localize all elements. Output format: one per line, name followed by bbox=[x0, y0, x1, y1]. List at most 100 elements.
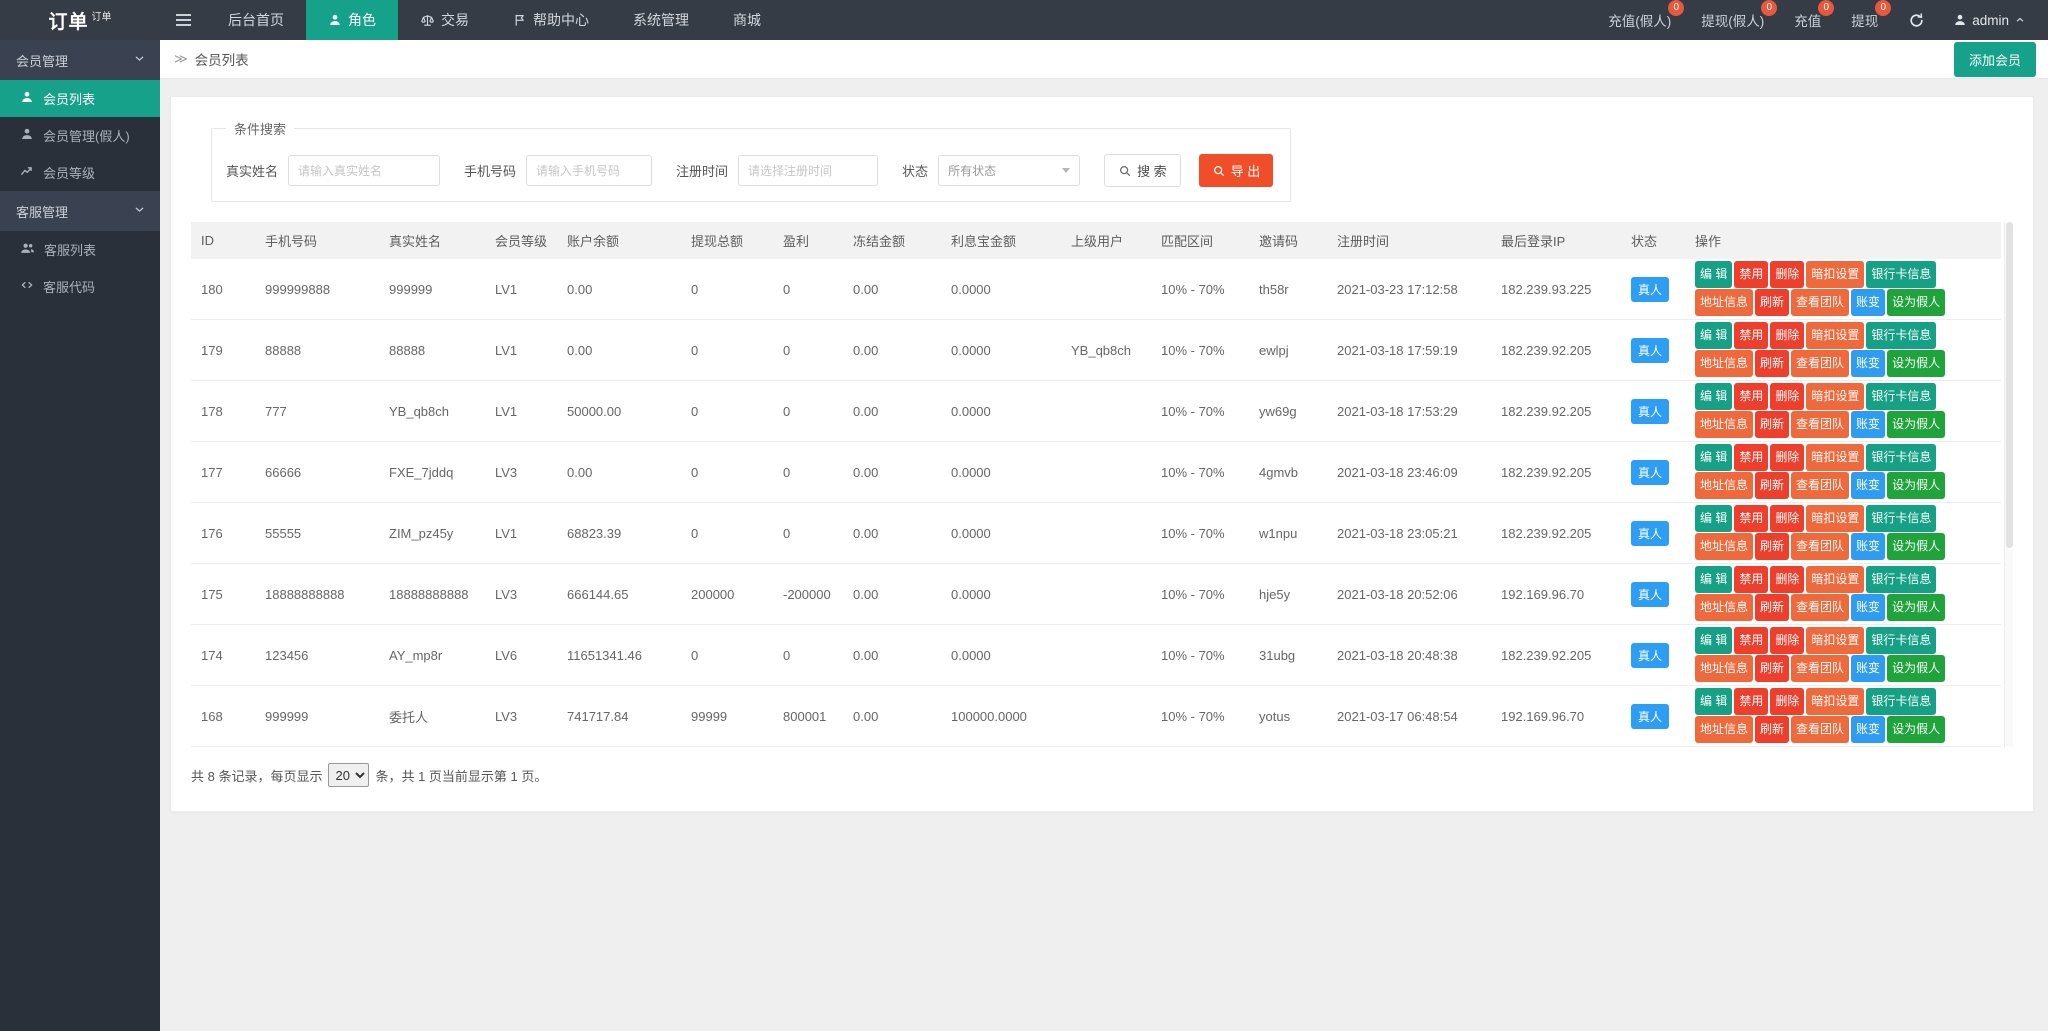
edit-button[interactable]: 编 辑 bbox=[1695, 627, 1733, 654]
status-badge[interactable]: 真人 bbox=[1631, 459, 1670, 485]
status-badge[interactable]: 真人 bbox=[1631, 703, 1670, 729]
view-team-button[interactable]: 查看团队 bbox=[1791, 289, 1850, 316]
account-change-button[interactable]: 账变 bbox=[1851, 472, 1886, 499]
bank-card-info-button[interactable]: 银行卡信息 bbox=[1866, 627, 1937, 654]
address-info-button[interactable]: 地址信息 bbox=[1695, 594, 1754, 621]
sidebar-item[interactable]: 客服代码 bbox=[0, 268, 160, 305]
account-change-button[interactable]: 账变 bbox=[1851, 289, 1886, 316]
address-info-button[interactable]: 地址信息 bbox=[1695, 289, 1754, 316]
refresh-row-button[interactable]: 刷新 bbox=[1755, 289, 1790, 316]
nav-item-1[interactable]: 后台首页 bbox=[206, 0, 306, 40]
hidden-deduction-settings-button[interactable]: 暗扣设置 bbox=[1806, 444, 1865, 471]
hidden-deduction-settings-button[interactable]: 暗扣设置 bbox=[1806, 688, 1865, 715]
delete-button[interactable]: 删除 bbox=[1770, 627, 1805, 654]
refresh-row-button[interactable]: 刷新 bbox=[1755, 594, 1790, 621]
account-change-button[interactable]: 账变 bbox=[1851, 716, 1886, 743]
account-change-button[interactable]: 账变 bbox=[1851, 533, 1886, 560]
hidden-deduction-settings-button[interactable]: 暗扣设置 bbox=[1806, 627, 1865, 654]
disable-button[interactable]: 禁用 bbox=[1734, 566, 1769, 593]
hidden-deduction-settings-button[interactable]: 暗扣设置 bbox=[1806, 566, 1865, 593]
delete-button[interactable]: 删除 bbox=[1770, 566, 1805, 593]
refresh-row-button[interactable]: 刷新 bbox=[1755, 472, 1790, 499]
address-info-button[interactable]: 地址信息 bbox=[1695, 533, 1754, 560]
disable-button[interactable]: 禁用 bbox=[1734, 505, 1769, 532]
bank-card-info-button[interactable]: 银行卡信息 bbox=[1866, 688, 1937, 715]
view-team-button[interactable]: 查看团队 bbox=[1791, 594, 1850, 621]
navbar-action-3[interactable]: 充值 0 bbox=[1794, 0, 1835, 30]
nav-item-5[interactable]: 系统管理 bbox=[611, 0, 711, 40]
bank-card-info-button[interactable]: 银行卡信息 bbox=[1866, 261, 1937, 288]
search-button[interactable]: 搜 索 bbox=[1104, 154, 1181, 187]
address-info-button[interactable]: 地址信息 bbox=[1695, 411, 1754, 438]
view-team-button[interactable]: 查看团队 bbox=[1791, 533, 1850, 560]
edit-button[interactable]: 编 辑 bbox=[1695, 444, 1733, 471]
refresh-row-button[interactable]: 刷新 bbox=[1755, 350, 1790, 377]
regtime-input[interactable] bbox=[738, 155, 879, 186]
edit-button[interactable]: 编 辑 bbox=[1695, 505, 1733, 532]
refresh-icon[interactable] bbox=[1908, 12, 1925, 29]
sidebar-item[interactable]: 会员等级 bbox=[0, 154, 160, 191]
user-menu[interactable]: admin bbox=[1953, 13, 2026, 28]
add-member-button[interactable]: 添加会员 bbox=[1953, 41, 2036, 77]
account-change-button[interactable]: 账变 bbox=[1851, 655, 1886, 682]
view-team-button[interactable]: 查看团队 bbox=[1791, 655, 1850, 682]
view-team-button[interactable]: 查看团队 bbox=[1791, 472, 1850, 499]
refresh-row-button[interactable]: 刷新 bbox=[1755, 533, 1790, 560]
status-badge[interactable]: 真人 bbox=[1631, 642, 1670, 668]
bank-card-info-button[interactable]: 银行卡信息 bbox=[1866, 566, 1937, 593]
nav-item-2[interactable]: 角色 bbox=[306, 0, 398, 40]
account-change-button[interactable]: 账变 bbox=[1851, 350, 1886, 377]
set-as-bot-button[interactable]: 设为假人 bbox=[1887, 289, 1946, 316]
disable-button[interactable]: 禁用 bbox=[1734, 444, 1769, 471]
realname-input[interactable] bbox=[288, 155, 441, 186]
address-info-button[interactable]: 地址信息 bbox=[1695, 472, 1754, 499]
status-select[interactable]: 所有状态 bbox=[938, 155, 1081, 186]
sidebar-item[interactable]: 会员列表 bbox=[0, 80, 160, 117]
bank-card-info-button[interactable]: 银行卡信息 bbox=[1866, 322, 1937, 349]
nav-item-6[interactable]: 商城 bbox=[711, 0, 783, 40]
status-badge[interactable]: 真人 bbox=[1631, 276, 1670, 302]
address-info-button[interactable]: 地址信息 bbox=[1695, 350, 1754, 377]
set-as-bot-button[interactable]: 设为假人 bbox=[1887, 533, 1946, 560]
edit-button[interactable]: 编 辑 bbox=[1695, 688, 1733, 715]
page-size-select[interactable]: 20 bbox=[328, 763, 370, 787]
delete-button[interactable]: 删除 bbox=[1770, 505, 1805, 532]
hidden-deduction-settings-button[interactable]: 暗扣设置 bbox=[1806, 261, 1865, 288]
hidden-deduction-settings-button[interactable]: 暗扣设置 bbox=[1806, 383, 1865, 410]
edit-button[interactable]: 编 辑 bbox=[1695, 566, 1733, 593]
edit-button[interactable]: 编 辑 bbox=[1695, 322, 1733, 349]
edit-button[interactable]: 编 辑 bbox=[1695, 383, 1733, 410]
delete-button[interactable]: 删除 bbox=[1770, 688, 1805, 715]
set-as-bot-button[interactable]: 设为假人 bbox=[1887, 350, 1946, 377]
nav-item-4[interactable]: 帮助中心 bbox=[491, 0, 611, 40]
refresh-row-button[interactable]: 刷新 bbox=[1755, 716, 1790, 743]
account-change-button[interactable]: 账变 bbox=[1851, 411, 1886, 438]
sidebar-section-2[interactable]: 客服管理 bbox=[0, 191, 160, 231]
set-as-bot-button[interactable]: 设为假人 bbox=[1887, 472, 1946, 499]
sidebar-item[interactable]: 客服列表 bbox=[0, 231, 160, 268]
disable-button[interactable]: 禁用 bbox=[1734, 688, 1769, 715]
hidden-deduction-settings-button[interactable]: 暗扣设置 bbox=[1806, 322, 1865, 349]
disable-button[interactable]: 禁用 bbox=[1734, 322, 1769, 349]
set-as-bot-button[interactable]: 设为假人 bbox=[1887, 411, 1946, 438]
set-as-bot-button[interactable]: 设为假人 bbox=[1887, 716, 1946, 743]
refresh-row-button[interactable]: 刷新 bbox=[1755, 411, 1790, 438]
sidebar-section-1[interactable]: 会员管理 bbox=[0, 40, 160, 80]
edit-button[interactable]: 编 辑 bbox=[1695, 261, 1733, 288]
account-change-button[interactable]: 账变 bbox=[1851, 594, 1886, 621]
set-as-bot-button[interactable]: 设为假人 bbox=[1887, 594, 1946, 621]
disable-button[interactable]: 禁用 bbox=[1734, 627, 1769, 654]
view-team-button[interactable]: 查看团队 bbox=[1791, 350, 1850, 377]
refresh-row-button[interactable]: 刷新 bbox=[1755, 655, 1790, 682]
navbar-action-1[interactable]: 充值(假人) 0 bbox=[1608, 0, 1685, 30]
bank-card-info-button[interactable]: 银行卡信息 bbox=[1866, 444, 1937, 471]
delete-button[interactable]: 删除 bbox=[1770, 261, 1805, 288]
status-badge[interactable]: 真人 bbox=[1631, 398, 1670, 424]
delete-button[interactable]: 删除 bbox=[1770, 322, 1805, 349]
view-team-button[interactable]: 查看团队 bbox=[1791, 716, 1850, 743]
table-scrollbar[interactable] bbox=[2004, 222, 2013, 747]
navbar-action-2[interactable]: 提现(假人) 0 bbox=[1701, 0, 1778, 30]
menu-toggle-icon[interactable] bbox=[160, 0, 206, 40]
hidden-deduction-settings-button[interactable]: 暗扣设置 bbox=[1806, 505, 1865, 532]
bank-card-info-button[interactable]: 银行卡信息 bbox=[1866, 383, 1937, 410]
